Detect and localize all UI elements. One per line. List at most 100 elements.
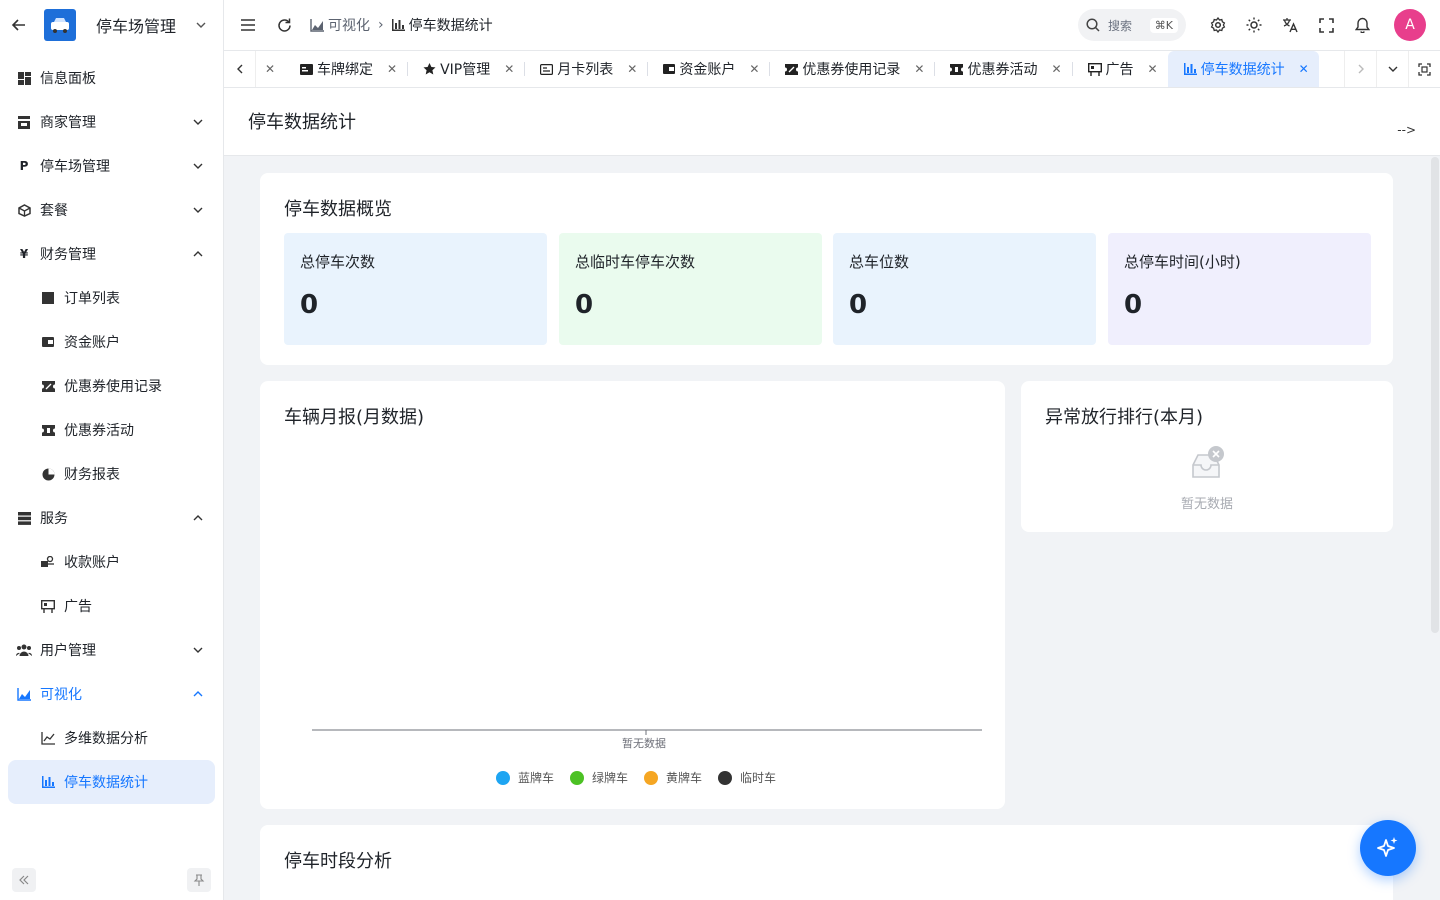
stat-label: 总临时车停车次数 [575,253,696,271]
sidebar-item-parking[interactable]: P 停车场管理 [0,144,223,188]
tab-close-icon[interactable]: ✕ [1148,62,1158,76]
empty-inbox-icon [1191,445,1225,485]
content-scrollbar[interactable] [1430,157,1440,900]
sidebar-item-orders[interactable]: 订单列表 [0,276,223,320]
sidebar-item-fund-accounts[interactable]: 资金账户 [0,320,223,364]
sidebar-item-label: 订单列表 [64,291,120,307]
sidebar-item-dashboard[interactable]: 信息面板 [0,56,223,100]
tab-close-icon[interactable]: ✕ [504,62,514,76]
tab-label: 车牌绑定 [317,62,373,78]
tab-coupon-campaigns[interactable]: 优惠券活动 ✕ [934,51,1071,87]
stat-value: 0 [575,290,594,320]
tab-label: 资金账户 [679,62,736,78]
legend-item-blue-plate[interactable]: 蓝牌车 [496,769,554,786]
main-content: 停车数据概览 总停车次数 0 总临时车停车次数 0 总车位数 0 总停车时间(小… [224,157,1430,900]
sidebar-item-finance[interactable]: ¥ 财务管理 [0,232,223,276]
breadcrumb-item-visualization[interactable]: 可视化 [310,15,370,35]
tab-close-icon[interactable]: ✕ [387,62,397,76]
page-title: 停车数据统计 [248,112,356,133]
tab-close-icon[interactable]: ✕ [1299,62,1309,76]
legend-item-temporary[interactable]: 临时车 [718,769,776,786]
sidebar-item-packages[interactable]: 套餐 [0,188,223,232]
sidebar-item-finance-report[interactable]: 财务报表 [0,452,223,496]
sidebar-item-payment-accounts[interactable]: 收款账户 [0,540,223,584]
tab-vip[interactable]: VIP管理 ✕ [407,51,524,87]
translate-icon[interactable] [1272,7,1308,43]
legend-label: 黄牌车 [666,771,703,785]
legend-item-green-plate[interactable]: 绿牌车 [570,769,628,786]
sidebar-item-ads[interactable]: 广告 [0,584,223,628]
sidebar-item-coupon-records[interactable]: 优惠券使用记录 [0,364,223,408]
chevron-down-icon[interactable] [193,17,209,33]
tabs-scroll-right-icon[interactable] [1344,51,1376,87]
collapse-sidebar-icon[interactable] [12,868,36,892]
menu-toggle-icon[interactable] [238,15,258,35]
top-header: 可视化 › 停车数据统计 搜索 ⌘K A [224,0,1440,50]
wallet-icon [40,334,56,350]
car-logo-icon [44,9,76,41]
overview-card: 停车数据概览 总停车次数 0 总临时车停车次数 0 总车位数 0 总停车时间(小… [260,173,1393,365]
tab-close-icon[interactable]: ✕ [256,62,284,76]
sidebar-item-label: 收款账户 [64,555,120,571]
tab-close-icon[interactable]: ✕ [749,62,759,76]
tab-close-icon[interactable]: ✕ [1051,62,1061,76]
user-avatar[interactable]: A [1394,9,1426,41]
abnormal-release-ranking-card: 异常放行排行(本月) 暂无数据 [1021,381,1393,532]
search-placeholder: 搜索 [1108,18,1133,33]
pie-chart-icon [40,466,56,482]
ranking-empty-text: 暂无数据 [1181,497,1234,512]
tab-close-icon[interactable]: ✕ [914,62,924,76]
coupon-icon [40,422,56,438]
chevron-up-icon [191,247,205,261]
tab-plate-binding[interactable]: 车牌绑定 ✕ [284,51,407,87]
line-chart-icon [40,730,56,746]
chevron-down-icon [191,159,205,173]
header-actions: 搜索 ⌘K A [1078,7,1426,43]
legend-item-yellow-plate[interactable]: 黄牌车 [644,769,702,786]
chevron-up-icon [191,511,205,525]
tabs-menu-chevron-icon[interactable] [1376,51,1408,87]
breadcrumb-item-parking-stats: 停车数据统计 [391,15,493,35]
id-card-icon [300,63,313,75]
refresh-icon[interactable] [274,15,294,35]
tab-close-icon[interactable]: ✕ [627,62,637,76]
sidebar-header: 停车场管理 [0,0,223,50]
tab-monthly-cards[interactable]: 月卡列表 ✕ [524,51,647,87]
sidebar-item-parking-stats[interactable]: 停车数据统计 [8,760,215,804]
theme-sun-icon[interactable] [1236,7,1272,43]
tab-coupon-records[interactable]: 优惠券使用记录 ✕ [769,51,934,87]
tab-label: VIP管理 [440,62,491,78]
fullscreen-icon[interactable] [1308,7,1344,43]
scrollbar-thumb[interactable] [1431,157,1439,633]
sidebar-item-visualization[interactable]: 可视化 [0,672,223,716]
back-arrow-icon[interactable] [10,16,28,34]
sidebar-item-label: 可视化 [40,687,82,703]
sidebar-item-users[interactable]: 用户管理 [0,628,223,672]
search-icon [1086,18,1100,32]
legend-dot [644,770,659,785]
ai-assistant-button[interactable] [1360,820,1416,876]
notification-bell-icon[interactable] [1344,7,1380,43]
stat-value: 0 [849,290,868,320]
sidebar-item-coupon-campaigns[interactable]: 优惠券活动 [0,408,223,452]
pin-icon[interactable] [187,868,211,892]
page-corner-text: --> [1397,123,1416,137]
tabs-scroll-left-icon[interactable] [224,51,256,87]
sidebar-item-multidim-analysis[interactable]: 多维数据分析 [0,716,223,760]
breadcrumb-separator-icon: › [378,17,384,33]
tab-fund-accounts[interactable]: 资金账户 ✕ [647,51,769,87]
legend-label: 蓝牌车 [518,771,555,785]
sidebar-item-services[interactable]: 服务 [0,496,223,540]
sidebar-item-label: 服务 [40,511,68,527]
sidebar-item-label: 信息面板 [40,71,96,87]
sidebar-item-label: 广告 [64,599,92,615]
tab-ads[interactable]: 广告 ✕ [1071,51,1168,87]
settings-gear-icon[interactable] [1200,7,1236,43]
search-input[interactable]: 搜索 ⌘K [1078,9,1186,41]
sidebar-item-merchants[interactable]: 商家管理 [0,100,223,144]
yen-icon: ¥ [19,247,29,261]
search-shortcut: ⌘K [1149,17,1178,33]
tabs-maximize-icon[interactable] [1408,51,1440,87]
tab-parking-stats[interactable]: 停车数据统计 ✕ [1167,51,1319,87]
stat-temp-parking: 总临时车停车次数 0 [559,233,822,345]
